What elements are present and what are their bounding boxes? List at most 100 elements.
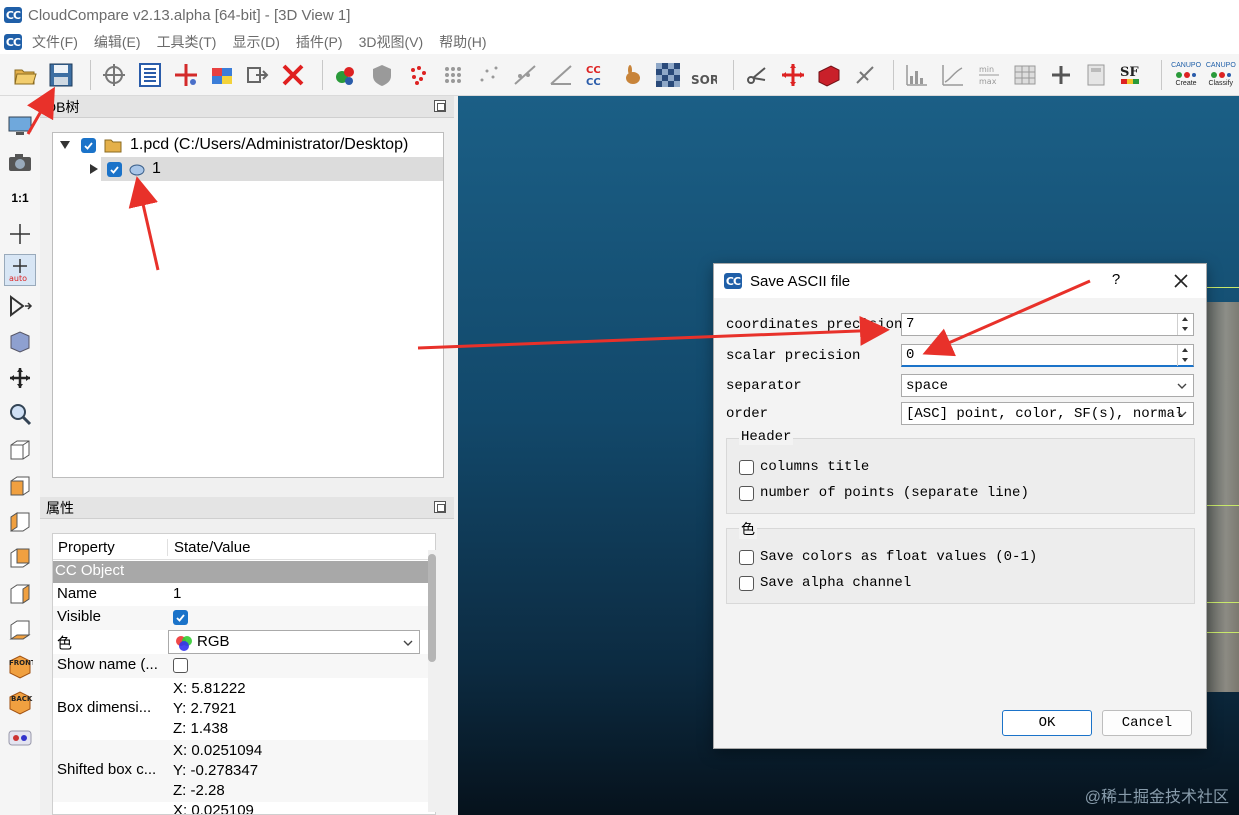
spin-arrows[interactable] <box>1177 345 1193 366</box>
collapse-arrow-icon[interactable] <box>89 163 99 175</box>
cancel-button[interactable]: Cancel <box>1102 710 1192 736</box>
menu-tools[interactable]: 工具类(T) <box>157 32 217 52</box>
crosshair-icon[interactable] <box>4 218 36 250</box>
close-icon[interactable] <box>1170 270 1192 292</box>
color-select[interactable]: RGB <box>168 630 420 654</box>
move-icon[interactable] <box>4 362 36 394</box>
curve-icon[interactable] <box>938 59 969 91</box>
view-right-icon[interactable] <box>4 578 36 610</box>
points-icon[interactable] <box>402 59 433 91</box>
list-icon[interactable] <box>134 59 165 91</box>
columns-title-checkbox[interactable] <box>739 459 754 475</box>
spin-up-icon[interactable] <box>1181 347 1189 353</box>
stereo-icon[interactable] <box>4 722 36 754</box>
checkerboard-icon[interactable] <box>653 59 684 91</box>
menu-file[interactable]: 文件(F) <box>32 32 78 52</box>
histogram-icon[interactable] <box>902 59 933 91</box>
measure-icon[interactable] <box>849 59 880 91</box>
save-alpha-option[interactable]: Save alpha channel <box>739 575 911 591</box>
translate-icon[interactable] <box>777 59 808 91</box>
save-icon[interactable] <box>46 59 77 91</box>
columns-title-option[interactable]: columns title <box>739 459 869 475</box>
menu-plugins[interactable]: 插件(P) <box>296 32 343 52</box>
table-row: Shifted box c... X: 0.0251094 Y: -0.2783… <box>53 740 435 802</box>
save-alpha-checkbox[interactable] <box>739 575 754 591</box>
properties-scrollbar[interactable] <box>428 550 436 812</box>
tree-item-file[interactable]: 1.pcd (C:/Users/Administrator/Desktop) <box>53 133 443 157</box>
number-of-points-checkbox[interactable] <box>739 485 754 501</box>
save-float-option[interactable]: Save colors as float values (0-1) <box>739 549 1037 565</box>
segment-icon[interactable] <box>331 59 362 91</box>
sample-icon[interactable] <box>170 59 201 91</box>
scalar-field-icon[interactable]: SF <box>1117 59 1148 91</box>
help-button[interactable]: ? <box>1106 271 1126 288</box>
menu-3dview[interactable]: 3D视图(V) <box>359 32 424 52</box>
number-of-points-option[interactable]: number of points (separate line) <box>739 485 1029 501</box>
add-icon[interactable] <box>1045 59 1076 91</box>
color-cube-icon[interactable] <box>206 59 237 91</box>
float-panel-icon[interactable] <box>434 501 446 513</box>
fit-plane-icon[interactable] <box>546 59 577 91</box>
db-tree[interactable]: 1.pcd (C:/Users/Administrator/Desktop) 1 <box>52 132 444 478</box>
grid-points-icon[interactable] <box>438 59 469 91</box>
one-to-one-button[interactable]: 1:1 <box>4 182 36 214</box>
separator-select[interactable]: space <box>901 374 1194 397</box>
minmax-icon[interactable]: min max <box>974 59 1005 91</box>
view-front-icon[interactable] <box>4 470 36 502</box>
canupo-classify-top: CANUPO <box>1205 61 1236 69</box>
header-group-title: Header <box>739 429 794 445</box>
view-top-icon[interactable] <box>4 434 36 466</box>
open-icon[interactable] <box>10 59 41 91</box>
visible-checkbox[interactable] <box>173 610 188 625</box>
calculator-icon[interactable] <box>1081 59 1112 91</box>
sparse-points-icon[interactable] <box>474 59 505 91</box>
file-visibility-checkbox[interactable] <box>81 137 96 153</box>
ok-button[interactable]: OK <box>1002 710 1092 736</box>
front-iso-icon[interactable]: FRONT <box>4 650 36 682</box>
scrollbar-thumb[interactable] <box>428 554 436 662</box>
cube-view-icon[interactable] <box>4 326 36 358</box>
expand-arrow-icon[interactable] <box>59 140 71 150</box>
menu-display[interactable]: 显示(D) <box>232 32 279 52</box>
export-icon[interactable] <box>242 59 273 91</box>
spin-down-icon[interactable] <box>1181 357 1189 363</box>
zoom-icon[interactable] <box>4 398 36 430</box>
ccc-icon[interactable]: CC CC <box>581 59 612 91</box>
section-row: CC Object <box>53 561 435 583</box>
scissors-icon[interactable] <box>742 59 773 91</box>
delete-icon[interactable] <box>278 59 309 91</box>
scalar-precision-spinbox[interactable]: 0 <box>901 344 1194 367</box>
fit-line-icon[interactable] <box>510 59 541 91</box>
back-iso-icon[interactable]: BACK <box>4 686 36 718</box>
view-toolbar: 1:1 auto FRONT BACK <box>0 96 40 815</box>
table-icon[interactable] <box>1009 59 1040 91</box>
cloud-visibility-checkbox[interactable] <box>107 161 122 177</box>
save-float-checkbox[interactable] <box>739 549 754 565</box>
row-value[interactable]: 1 <box>173 584 181 604</box>
auto-pivot-icon[interactable]: auto <box>4 254 36 286</box>
canupo-classify-icon[interactable]: CANUPO Classify <box>1204 58 1237 92</box>
monitor-icon[interactable] <box>4 110 36 142</box>
view-left-icon[interactable] <box>4 506 36 538</box>
menu-help[interactable]: 帮助(H) <box>439 32 486 52</box>
spin-up-icon[interactable] <box>1181 316 1189 322</box>
coord-precision-spinbox[interactable]: 7 <box>901 313 1194 336</box>
order-select[interactable]: [ASC] point, color, SF(s), normal <box>901 402 1194 425</box>
camera-icon[interactable] <box>4 146 36 178</box>
menu-edit[interactable]: 编辑(E) <box>94 32 141 52</box>
float-panel-icon[interactable] <box>434 100 446 112</box>
red-box-icon[interactable] <box>813 59 844 91</box>
spin-down-icon[interactable] <box>1181 326 1189 332</box>
canupo-create-icon[interactable]: CANUPO Create <box>1170 58 1203 92</box>
view-bottom-icon[interactable] <box>4 614 36 646</box>
sor-filter-icon[interactable]: SOR <box>689 59 720 91</box>
row-value-z: Z: -2.28 <box>173 782 225 799</box>
tree-item-cloud[interactable]: 1 <box>101 157 443 181</box>
bunny-icon[interactable] <box>617 59 648 91</box>
shield-icon[interactable] <box>366 59 397 91</box>
clone-icon[interactable] <box>99 59 130 91</box>
view-back-icon[interactable] <box>4 542 36 574</box>
spin-arrows[interactable] <box>1177 314 1193 335</box>
show-name-checkbox[interactable] <box>173 658 188 673</box>
perspective-icon[interactable] <box>4 290 36 322</box>
